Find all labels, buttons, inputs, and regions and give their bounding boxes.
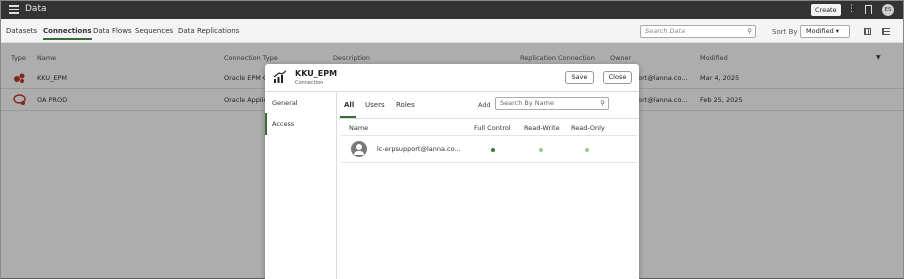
connection-dialog: KKU_EPM Connection Save Close General Ac… bbox=[265, 64, 639, 279]
dialog-title: KKU_EPM bbox=[295, 69, 338, 78]
dialog-subtitle: Connection bbox=[295, 80, 324, 86]
add-label: Add bbox=[478, 101, 491, 109]
dialog-sidebar: General Access bbox=[265, 92, 337, 279]
col-name: Name bbox=[349, 124, 369, 132]
user-icon bbox=[351, 141, 367, 157]
col-read-only: Read-Only bbox=[571, 124, 605, 132]
hamburger-menu-icon[interactable] bbox=[9, 5, 19, 14]
search-input[interactable]: Search Data ⚲ bbox=[640, 25, 756, 38]
grid-view-icon[interactable] bbox=[864, 28, 871, 35]
tab-sequences[interactable]: Sequences bbox=[135, 27, 173, 35]
user-avatar[interactable]: ES bbox=[882, 4, 894, 16]
side-item-general[interactable]: General bbox=[265, 92, 337, 114]
list-view-icon[interactable] bbox=[882, 28, 890, 35]
search-placeholder: Search Data bbox=[645, 27, 686, 35]
permission-row: lc-erpsupport@lanna.co... bbox=[341, 135, 637, 163]
more-options-icon[interactable]: ⋮ bbox=[847, 4, 856, 14]
read-write-radio[interactable] bbox=[539, 148, 543, 152]
sort-label: Sort By bbox=[772, 28, 798, 36]
user-name: lc-erpsupport@lanna.co... bbox=[377, 145, 461, 153]
tab-data-replications[interactable]: Data Replications bbox=[178, 27, 239, 35]
full-control-radio[interactable] bbox=[491, 148, 495, 152]
search-icon[interactable]: ⚲ bbox=[600, 98, 605, 109]
divider bbox=[338, 118, 639, 119]
tabs-bar: Datasets Connections Data Flows Sequence… bbox=[1, 19, 903, 43]
subtab-all[interactable]: All bbox=[344, 101, 354, 109]
dialog-header: KKU_EPM Connection Save Close bbox=[265, 64, 639, 92]
sort-select[interactable]: Modified ▾ bbox=[800, 25, 850, 38]
connection-chart-icon bbox=[273, 70, 287, 83]
search-icon[interactable]: ⚲ bbox=[747, 26, 752, 37]
name-search-placeholder: Search By Name bbox=[500, 99, 554, 107]
side-item-access[interactable]: Access bbox=[265, 113, 337, 135]
col-read-write: Read-Write bbox=[524, 124, 560, 132]
app-header: Data Create ⋮ ES bbox=[1, 1, 903, 19]
col-full-control: Full Control bbox=[474, 124, 511, 132]
app-title: Data bbox=[25, 4, 47, 14]
tab-datasets[interactable]: Datasets bbox=[6, 27, 37, 35]
save-button[interactable]: Save bbox=[565, 71, 594, 84]
name-search-input[interactable]: Search By Name ⚲ bbox=[495, 97, 609, 110]
subtab-users[interactable]: Users bbox=[365, 101, 385, 109]
subtab-roles[interactable]: Roles bbox=[396, 101, 415, 109]
tab-data-flows[interactable]: Data Flows bbox=[93, 27, 132, 35]
create-button[interactable]: Create bbox=[811, 4, 841, 16]
tab-connections[interactable]: Connections bbox=[43, 27, 92, 40]
bookmark-icon[interactable] bbox=[865, 5, 872, 14]
close-button[interactable]: Close bbox=[603, 71, 632, 84]
read-only-radio[interactable] bbox=[585, 148, 589, 152]
